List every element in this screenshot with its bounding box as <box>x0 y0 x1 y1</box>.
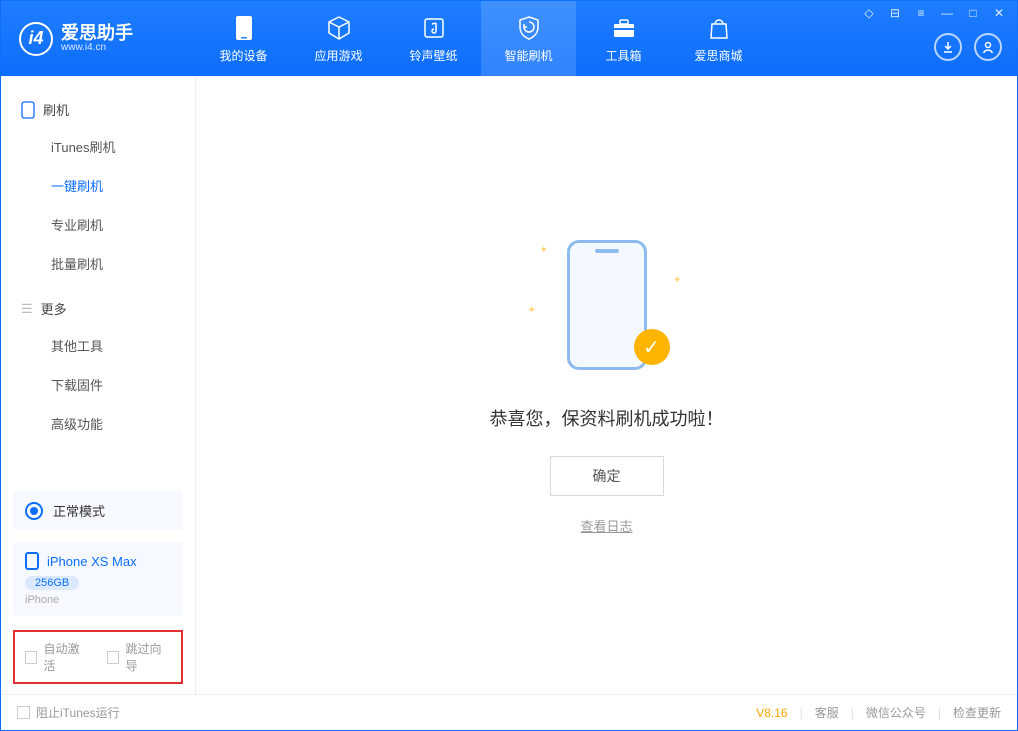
window-controls: ◇ ⊟ ≡ — □ ✕ <box>861 6 1007 20</box>
check-update-link[interactable]: 检查更新 <box>953 704 1001 721</box>
minimize-icon[interactable]: — <box>939 6 955 20</box>
cube-icon <box>325 14 353 42</box>
sidebar-one-click-flash[interactable]: 一键刷机 <box>1 166 195 205</box>
device-name: iPhone XS Max <box>47 554 137 569</box>
sidebar-pro-flash[interactable]: 专业刷机 <box>1 205 195 244</box>
app-title: 爱思助手 <box>61 24 133 42</box>
status-bar: 阻止iTunes运行 V8.16 | 客服 | 微信公众号 | 检查更新 <box>1 694 1017 730</box>
device-capacity: 256GB <box>25 576 79 590</box>
nav-store[interactable]: 爱思商城 <box>671 1 766 76</box>
sidebar-other-tools[interactable]: 其他工具 <box>1 326 195 365</box>
device-phone-icon <box>25 552 39 570</box>
sparkle-icon: ✦ <box>528 305 536 316</box>
sidebar-group-flash: 刷机 <box>1 92 195 127</box>
sparkle-icon: ✦ <box>540 245 548 256</box>
phone-icon <box>230 14 258 42</box>
support-link[interactable]: 客服 <box>815 704 839 721</box>
list-icon: ☰ <box>21 301 33 317</box>
view-log-link[interactable]: 查看日志 <box>580 516 632 535</box>
user-button[interactable] <box>974 33 1002 61</box>
auto-activate-checkbox[interactable]: 自动激活 <box>25 640 89 674</box>
checkbox-icon <box>107 651 119 664</box>
nav-my-device[interactable]: 我的设备 <box>196 1 291 76</box>
nav-toolbox[interactable]: 工具箱 <box>576 1 671 76</box>
nav-smart-flash[interactable]: 智能刷机 <box>481 1 576 76</box>
sparkle-icon: ✦ <box>673 275 681 286</box>
shield-icon <box>515 14 543 42</box>
sidebar-itunes-flash[interactable]: iTunes刷机 <box>1 127 195 166</box>
success-illustration: ✦ ✦ ✦ ✓ <box>522 235 692 375</box>
mode-label: 正常模式 <box>53 501 105 520</box>
device-card[interactable]: iPhone XS Max 256GB iPhone <box>13 542 183 616</box>
sidebar-download-firmware[interactable]: 下载固件 <box>1 365 195 404</box>
check-badge-icon: ✓ <box>634 329 670 365</box>
main-nav: 我的设备 应用游戏 铃声壁纸 智能刷机 工具箱 爱思商城 <box>196 1 766 76</box>
nav-ringtones[interactable]: 铃声壁纸 <box>386 1 481 76</box>
mode-card[interactable]: 正常模式 <box>13 491 183 530</box>
main-content: ✦ ✦ ✦ ✓ 恭喜您，保资料刷机成功啦！ 确定 查看日志 <box>196 76 1017 694</box>
mode-icon <box>25 502 43 520</box>
maximize-icon[interactable]: □ <box>965 6 981 20</box>
block-itunes-checkbox[interactable]: 阻止iTunes运行 <box>17 704 120 721</box>
wechat-link[interactable]: 微信公众号 <box>866 704 926 721</box>
close-icon[interactable]: ✕ <box>991 6 1007 20</box>
download-button[interactable] <box>934 33 962 61</box>
bag-icon <box>705 14 733 42</box>
skin-icon[interactable]: ◇ <box>861 6 877 20</box>
sidebar: 刷机 iTunes刷机 一键刷机 专业刷机 批量刷机 ☰ 更多 其他工具 下载固… <box>1 76 196 694</box>
confirm-button[interactable]: 确定 <box>550 456 664 496</box>
title-bar: i4 爱思助手 www.i4.cn 我的设备 应用游戏 铃声壁纸 智能刷机 工具… <box>1 1 1017 76</box>
highlighted-options: 自动激活 跳过向导 <box>13 630 183 684</box>
sidebar-batch-flash[interactable]: 批量刷机 <box>1 244 195 283</box>
checkbox-icon <box>25 651 37 664</box>
version-label: V8.16 <box>756 706 787 720</box>
sidebar-advanced[interactable]: 高级功能 <box>1 404 195 443</box>
device-type: iPhone <box>25 594 171 606</box>
checkbox-icon <box>17 706 30 719</box>
logo-icon: i4 <box>19 22 53 56</box>
success-message: 恭喜您，保资料刷机成功啦！ <box>490 405 724 431</box>
nav-apps[interactable]: 应用游戏 <box>291 1 386 76</box>
header-right-actions <box>934 33 1002 61</box>
device-icon <box>21 101 35 119</box>
music-icon <box>420 14 448 42</box>
toolbox-icon <box>610 14 638 42</box>
skip-guide-checkbox[interactable]: 跳过向导 <box>107 640 171 674</box>
sidebar-group-more: ☰ 更多 <box>1 291 195 326</box>
menu-icon[interactable]: ≡ <box>913 6 929 20</box>
app-subtitle: www.i4.cn <box>61 42 133 53</box>
feedback-icon[interactable]: ⊟ <box>887 6 903 20</box>
logo: i4 爱思助手 www.i4.cn <box>1 22 196 56</box>
